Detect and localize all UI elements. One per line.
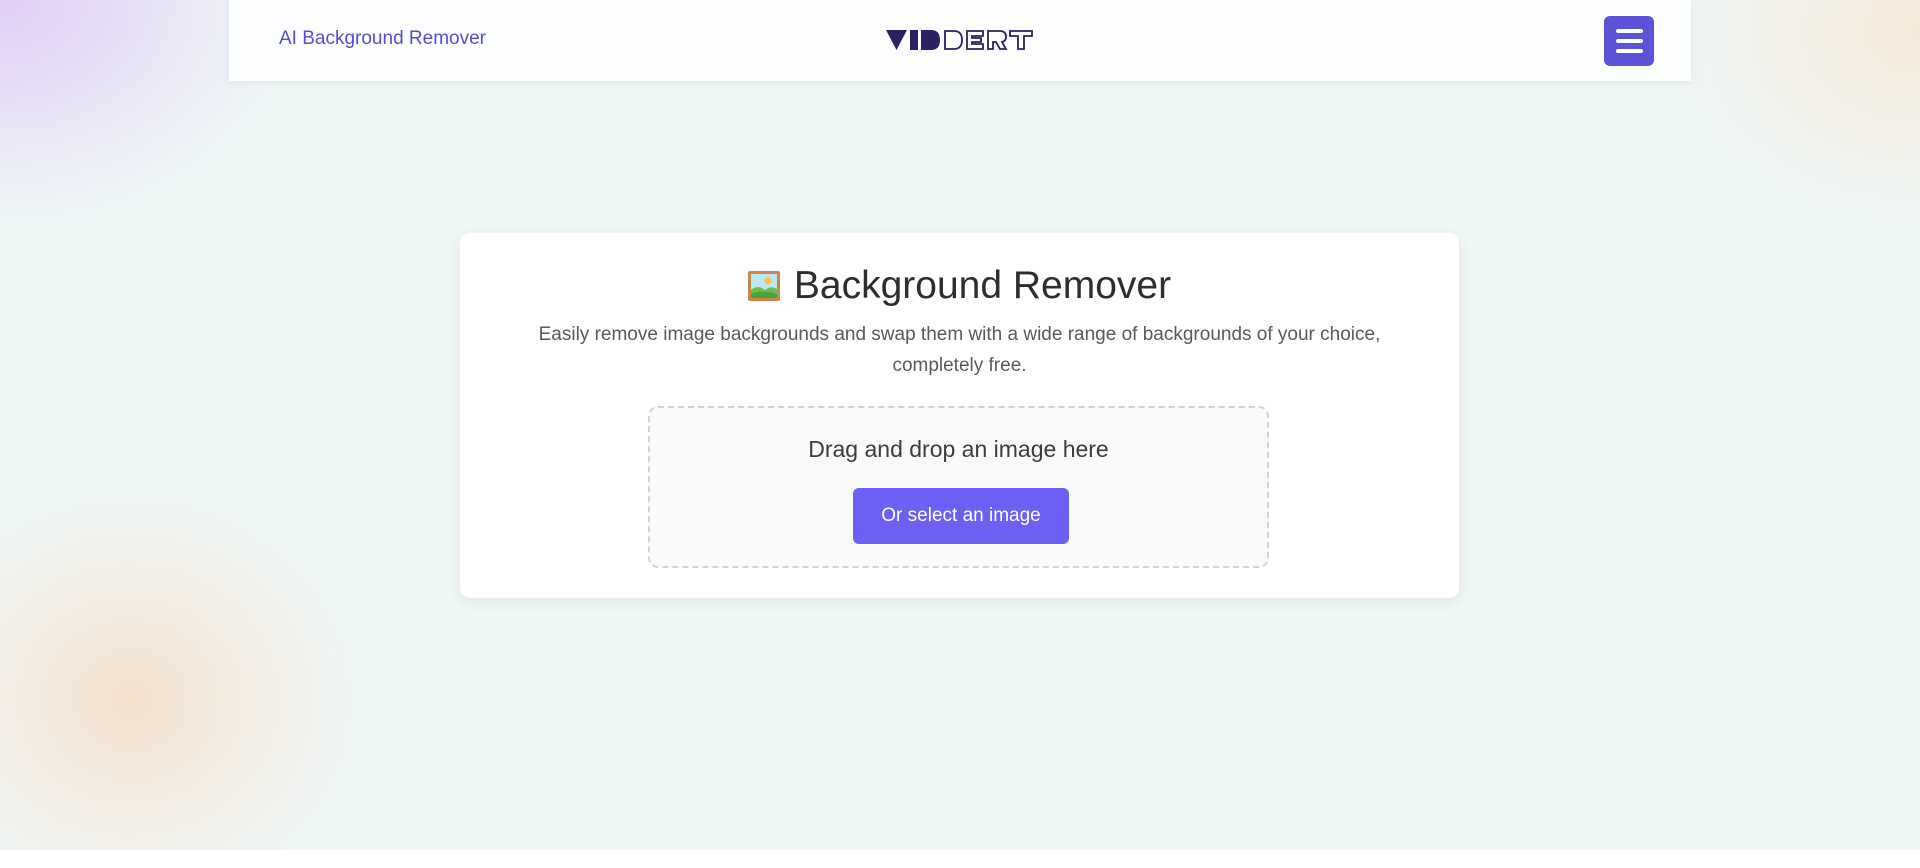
image-dropzone[interactable]: Drag and drop an image here Or select an… bbox=[648, 406, 1269, 568]
framed-picture-icon bbox=[747, 271, 780, 301]
page-title: Background Remover bbox=[793, 264, 1172, 307]
hamburger-menu-icon bbox=[1615, 39, 1643, 43]
hamburger-menu-button[interactable] bbox=[1604, 16, 1654, 66]
title-row: Background Remover bbox=[460, 261, 1459, 311]
top-navbar: AI Background Remover bbox=[229, 0, 1691, 81]
page-footer bbox=[0, 850, 1920, 868]
background-remover-card: Background Remover Easily remove image b… bbox=[460, 233, 1459, 598]
page-description: Easily remove image backgrounds and swap… bbox=[538, 324, 1381, 376]
dropzone-prompt: Drag and drop an image here bbox=[808, 436, 1109, 462]
select-image-button[interactable]: Or select an image bbox=[853, 488, 1069, 544]
brand-link[interactable]: AI Background Remover bbox=[279, 28, 486, 50]
site-logo[interactable] bbox=[886, 29, 1034, 51]
logo-icon bbox=[886, 30, 1033, 50]
hamburger-menu-icon bbox=[1615, 29, 1643, 33]
hamburger-menu-icon bbox=[1615, 49, 1643, 53]
